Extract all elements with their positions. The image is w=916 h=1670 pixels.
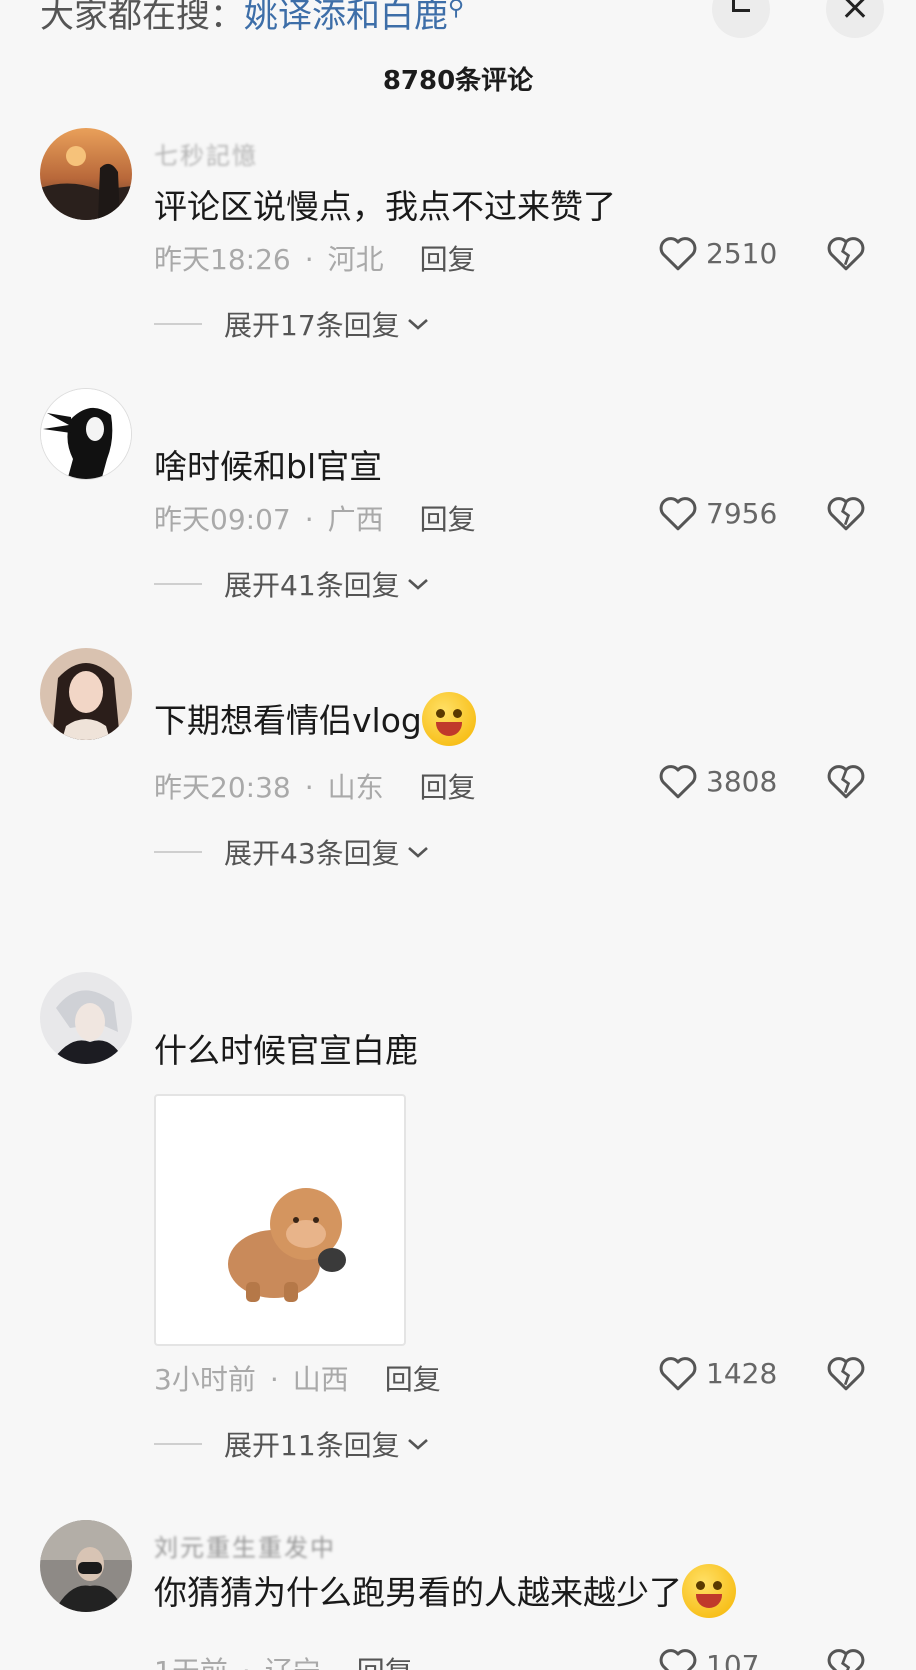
dislike-button[interactable] xyxy=(826,762,866,800)
comment-time: 昨天09:07 xyxy=(154,503,291,536)
comment-text: 你猜猜为什么跑男看的人越来越少了 xyxy=(154,1563,736,1622)
like-count: 2510 xyxy=(706,236,778,270)
expand-button[interactable] xyxy=(712,0,770,38)
wink-tongue-emoji-icon xyxy=(421,691,476,746)
reply-button[interactable]: 回复 xyxy=(420,243,476,276)
broken-heart-icon xyxy=(827,1649,865,1670)
expand-replies-label: 展开43条回复 xyxy=(224,837,400,870)
comment-time: 昨天18:26 xyxy=(154,243,291,276)
broken-heart-icon xyxy=(827,765,865,799)
chevron-down-icon xyxy=(407,847,428,858)
chevron-down-icon xyxy=(407,579,428,590)
heart-icon xyxy=(659,765,697,799)
comment-location: 广西 xyxy=(327,503,384,536)
username[interactable]: 七秒記憶 xyxy=(154,136,258,171)
reply-button[interactable]: 回复 xyxy=(420,503,476,536)
expand-icon xyxy=(732,0,750,12)
comment-meta: 1天前·辽宁回复 xyxy=(154,1650,413,1670)
like-button[interactable]: 7956 xyxy=(658,494,777,532)
search-suggestion[interactable]: 大家都在搜：姚译添和白鹿⚲ xyxy=(40,0,464,37)
comment-location: 山西 xyxy=(292,1363,349,1396)
comment-meta: 昨天18:26 · 河北 回复 xyxy=(154,243,476,276)
chevron-down-icon xyxy=(407,1439,428,1450)
grinning-emoji-icon xyxy=(682,1563,736,1618)
like-count: 3808 xyxy=(706,764,778,798)
comment-text: 什么时候官宣白鹿 xyxy=(154,1031,418,1070)
username[interactable]: 刘元重生重发中 xyxy=(154,1528,336,1563)
dislike-button[interactable] xyxy=(826,234,866,272)
avatar[interactable] xyxy=(40,388,132,480)
expand-replies-button[interactable]: 展开11条回复 xyxy=(154,1424,430,1464)
expand-replies-label: 展开11条回复 xyxy=(224,1429,400,1462)
like-button[interactable]: 3808 xyxy=(658,762,777,800)
comment-meta: 昨天20:38 · 山东 回复 xyxy=(154,771,476,804)
comment-count: 8780条评论 xyxy=(382,66,534,96)
expand-replies-button[interactable]: 展开41条回复 xyxy=(154,564,430,604)
reply-button[interactable]: 回复 xyxy=(420,771,476,804)
comment-text: 下期想看情侣vlog xyxy=(154,691,476,750)
chevron-down-icon xyxy=(407,319,428,330)
top-bar: 大家都在搜：姚译添和白鹿⚲ xyxy=(0,0,916,60)
broken-heart-icon xyxy=(827,237,865,271)
expand-replies-label: 展开17条回复 xyxy=(224,309,400,342)
expand-replies-button[interactable]: 展开17条回复 xyxy=(154,304,430,344)
comment-time: 1天前 xyxy=(154,1655,228,1670)
comment-text: 评论区说慢点，我点不过来赞了 xyxy=(154,187,616,226)
heart-icon xyxy=(659,1357,697,1391)
search-suggestion-keyword[interactable]: 姚译添和白鹿 xyxy=(244,0,448,36)
avatar[interactable] xyxy=(40,972,132,1064)
like-button[interactable]: 1428 xyxy=(658,1354,777,1392)
comment-meta: 3小时前 · 山西 回复 xyxy=(154,1363,441,1396)
reply-button[interactable]: 回复 xyxy=(357,1655,413,1670)
like-button[interactable]: 107 xyxy=(658,1646,759,1670)
monkey-sticker-icon xyxy=(228,1188,346,1302)
expand-replies-label: 展开41条回复 xyxy=(224,569,400,602)
comment-meta: 昨天09:07 · 广西 回复 xyxy=(154,503,476,536)
dislike-button[interactable] xyxy=(826,1646,866,1670)
comment-location: 辽宁 xyxy=(265,1655,321,1670)
avatar[interactable] xyxy=(40,128,132,220)
close-button[interactable] xyxy=(826,0,884,38)
reply-button[interactable]: 回复 xyxy=(385,1363,441,1396)
sticker-image[interactable] xyxy=(154,1094,406,1346)
broken-heart-icon xyxy=(827,497,865,531)
dislike-button[interactable] xyxy=(826,494,866,532)
like-count: 107 xyxy=(706,1648,760,1670)
search-icon: ⚲ xyxy=(448,0,465,21)
like-count: 1428 xyxy=(706,1356,778,1390)
avatar[interactable] xyxy=(40,1520,132,1612)
broken-heart-icon xyxy=(827,1357,865,1391)
heart-icon xyxy=(659,237,697,271)
heart-icon xyxy=(659,497,697,531)
avatar[interactable] xyxy=(40,648,132,740)
expand-replies-button[interactable]: 展开43条回复 xyxy=(154,832,430,872)
comment-time: 3小时前 xyxy=(154,1363,256,1396)
comment-location: 河北 xyxy=(327,243,384,276)
comment-time: 昨天20:38 xyxy=(154,771,291,804)
dislike-button[interactable] xyxy=(826,1354,866,1392)
like-count: 7956 xyxy=(706,496,778,530)
comment-location: 山东 xyxy=(327,771,384,804)
like-button[interactable]: 2510 xyxy=(658,234,777,272)
heart-icon xyxy=(659,1649,697,1670)
search-suggestion-label: 大家都在搜： xyxy=(40,0,244,36)
comment-text: 啥时候和bl官宣 xyxy=(154,447,383,486)
